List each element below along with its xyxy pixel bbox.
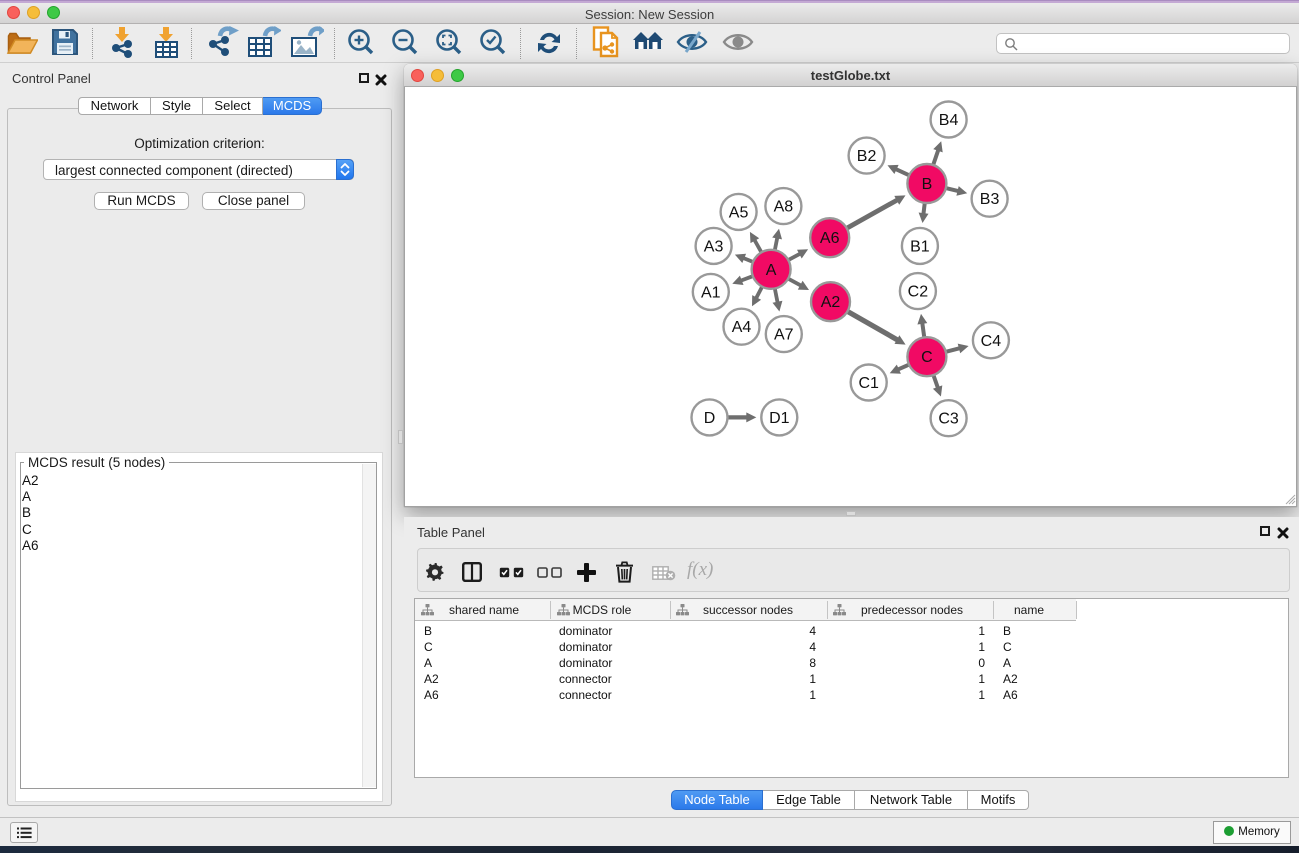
svg-text:C: C <box>921 349 933 366</box>
svg-text:A6: A6 <box>820 230 840 247</box>
svg-text:B3: B3 <box>980 191 1000 208</box>
svg-text:C4: C4 <box>981 333 1002 350</box>
svg-text:A5: A5 <box>729 204 749 221</box>
svg-text:A3: A3 <box>704 238 724 255</box>
svg-text:B2: B2 <box>857 148 877 165</box>
svg-text:A7: A7 <box>774 327 794 344</box>
svg-text:A2: A2 <box>821 294 841 311</box>
svg-text:A4: A4 <box>732 319 752 336</box>
svg-text:D: D <box>704 410 716 427</box>
svg-text:D1: D1 <box>769 410 790 427</box>
svg-text:B1: B1 <box>910 238 930 255</box>
svg-text:B4: B4 <box>939 112 959 129</box>
svg-text:A8: A8 <box>774 199 794 216</box>
svg-text:A1: A1 <box>701 284 721 301</box>
svg-text:C3: C3 <box>938 411 959 428</box>
svg-text:A: A <box>766 262 777 279</box>
svg-text:C1: C1 <box>858 375 879 392</box>
svg-text:B: B <box>922 176 933 193</box>
svg-text:C2: C2 <box>908 284 929 301</box>
